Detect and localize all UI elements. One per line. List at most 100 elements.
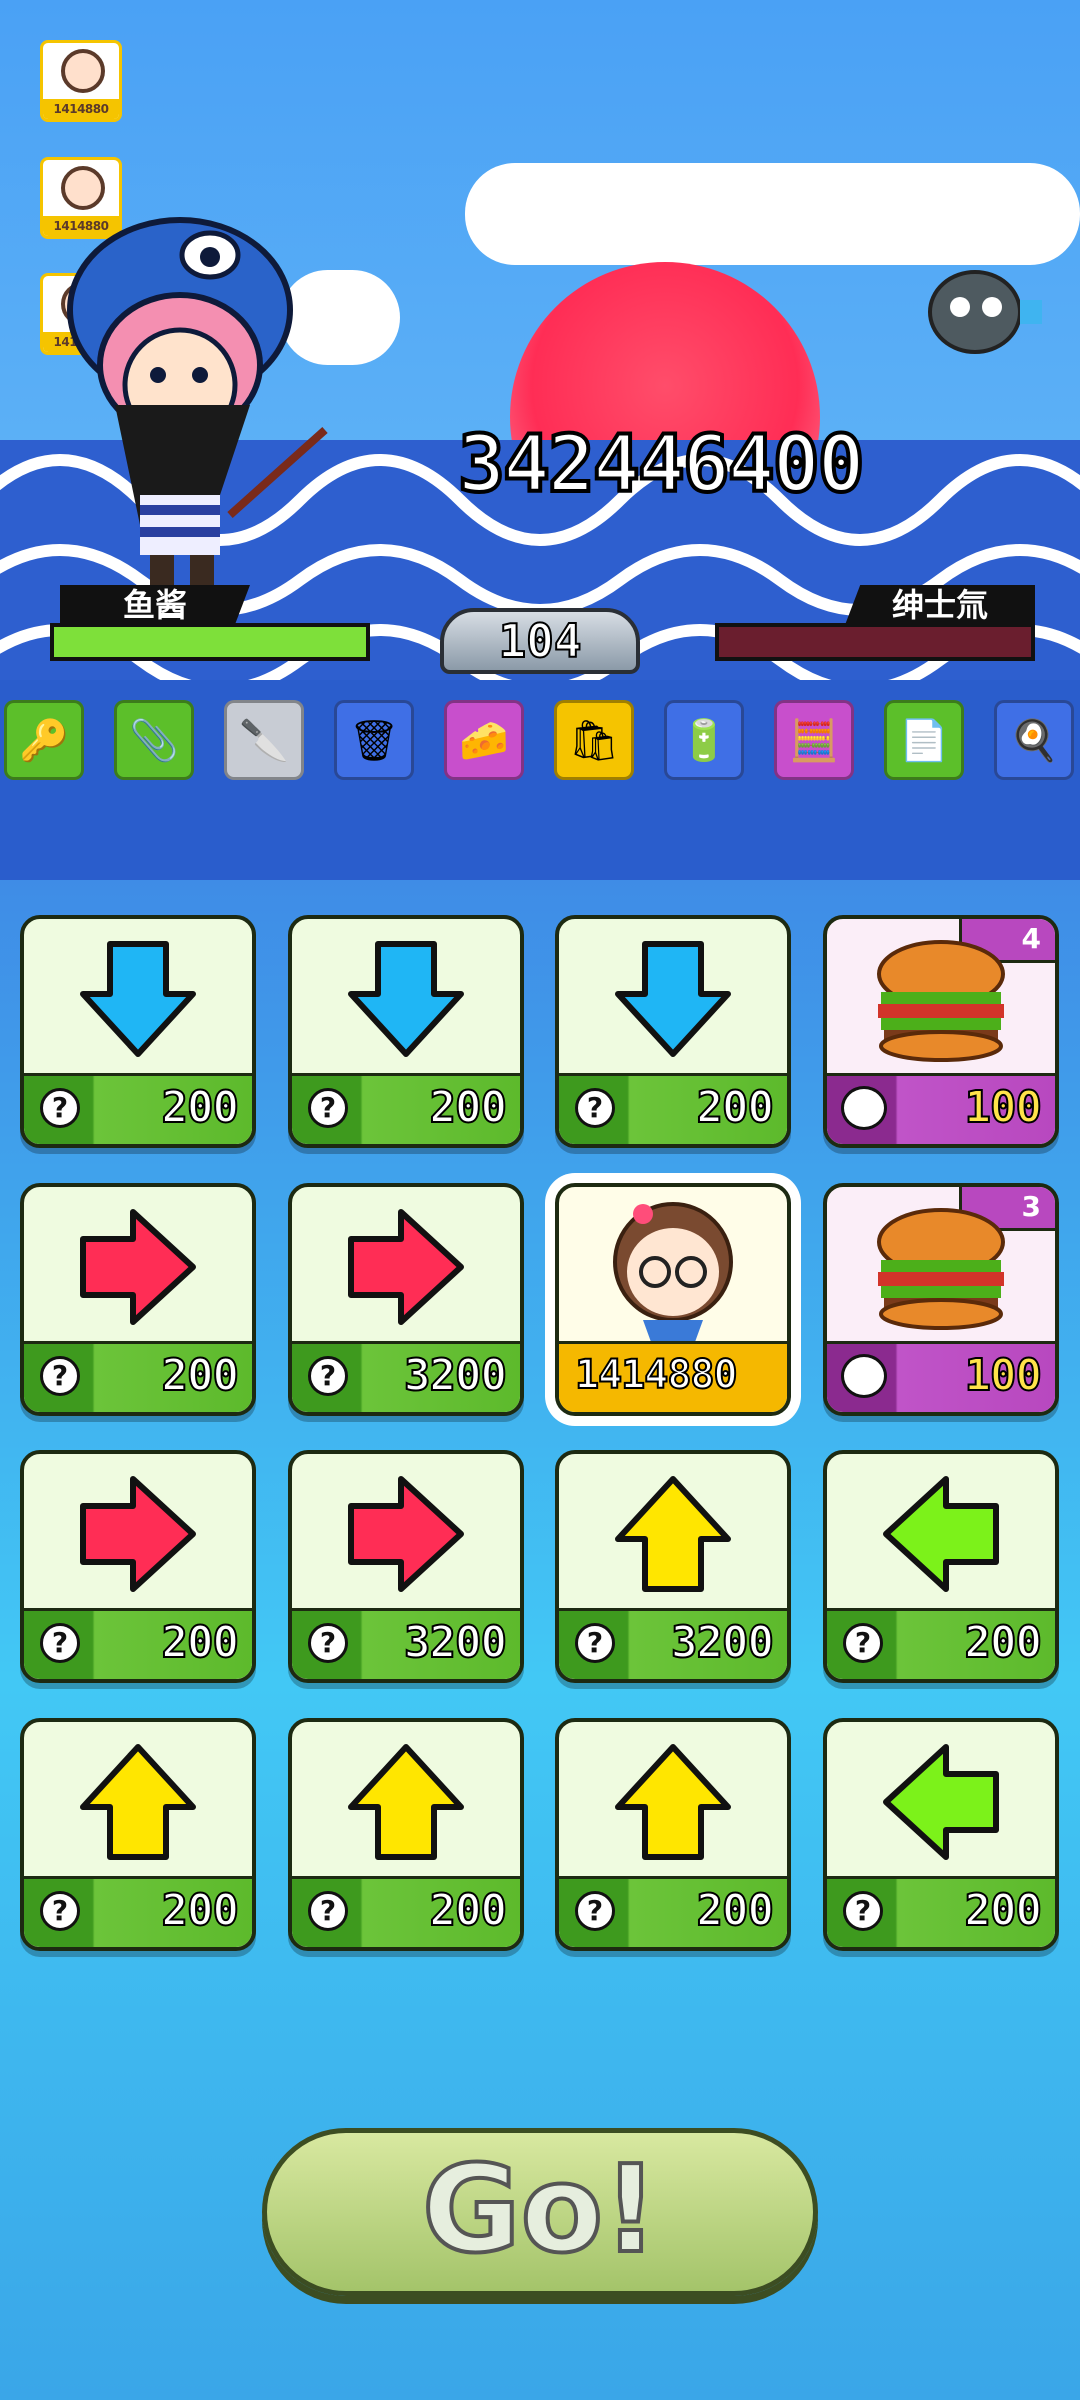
cloud (465, 163, 1080, 265)
question-icon: ? (40, 1356, 80, 1396)
arrow-card-right[interactable]: ? 200 (20, 1450, 256, 1683)
card-footer: ? 3200 (292, 1608, 520, 1679)
question-icon: ? (308, 1356, 348, 1396)
stapler-icon[interactable]: 📎 (114, 700, 194, 780)
arrow-right-icon (24, 1187, 252, 1347)
arrow-left-icon (827, 1722, 1055, 1882)
card-footer: 100 (827, 1341, 1055, 1412)
arrow-card-up[interactable]: ? 200 (288, 1718, 524, 1951)
arrow-card-down[interactable]: ? 200 (288, 915, 524, 1148)
question-icon: ? (308, 1088, 348, 1128)
card-price: 200 (696, 1884, 776, 1937)
arrow-up-icon (292, 1722, 520, 1882)
key-icon[interactable]: 🔑 (4, 700, 84, 780)
player-avatar-icon (559, 1187, 787, 1347)
opponent-name: 绅士氚 (845, 585, 1035, 625)
card-footer: ? 200 (292, 1876, 520, 1947)
opponent-name-bar: 绅士氚 (715, 585, 1045, 665)
burger-icon (827, 919, 1055, 1079)
item-row: 🔑 📎 🔪 🗑 🧀 🛍 🔋 🧮 📄 🍳 (0, 700, 1080, 780)
card-footer: ? 200 (24, 1073, 252, 1144)
card-price: 200 (161, 1616, 241, 1669)
opponent-icon (928, 270, 1042, 354)
question-icon: ? (575, 1891, 615, 1931)
question-icon: ? (308, 1891, 348, 1931)
question-icon: ? (40, 1623, 80, 1663)
card-footer: ? 200 (827, 1608, 1055, 1679)
arrow-up-icon (24, 1722, 252, 1882)
avatar-face (61, 166, 105, 210)
card-price: 3200 (403, 1349, 508, 1402)
question-icon: ? (843, 1623, 883, 1663)
question-icon: ? (843, 1891, 883, 1931)
opponent-hp-bar (715, 623, 1035, 661)
card-footer: ? 200 (292, 1073, 520, 1144)
card-footer: ? 200 (827, 1876, 1055, 1947)
card-footer: 100 (827, 1073, 1055, 1144)
question-icon: ? (575, 1088, 615, 1128)
arrow-up-icon (559, 1722, 787, 1882)
arrow-right-icon (292, 1187, 520, 1347)
card-price: 200 (964, 1616, 1044, 1669)
card-footer: ? 3200 (292, 1341, 520, 1412)
card-price: 200 (429, 1081, 509, 1134)
player-avatar-slot[interactable]: 1414880 (40, 40, 122, 122)
cleaver-icon[interactable]: 🔪 (224, 700, 304, 780)
level-badge: 104 (440, 608, 640, 674)
card-price: 200 (161, 1349, 241, 1402)
card-footer: ? 200 (24, 1341, 252, 1412)
arrow-up-icon (559, 1454, 787, 1614)
score-value: 342446400 (456, 418, 867, 512)
burger-card[interactable]: 4 100 (823, 915, 1059, 1148)
burger-icon (827, 1187, 1055, 1347)
calculator-icon[interactable]: 🧮 (774, 700, 854, 780)
arrow-down-icon (292, 919, 520, 1079)
bread-icon (841, 1354, 887, 1398)
player-card[interactable]: 1414880 (555, 1183, 791, 1416)
card-price: 3200 (670, 1616, 775, 1669)
avatar-face (61, 49, 105, 93)
avatar-score-label: 1414880 (43, 99, 119, 119)
arrow-down-icon (559, 919, 787, 1079)
paper-bag-icon[interactable]: 🛍 (554, 700, 634, 780)
card-price: 100 (964, 1349, 1044, 1402)
player-name-bar: 鱼酱 (40, 585, 370, 665)
card-footer: ? 200 (559, 1876, 787, 1947)
arrow-card-right[interactable]: ? 200 (20, 1183, 256, 1416)
arrow-card-down[interactable]: ? 200 (20, 915, 256, 1148)
burger-card[interactable]: 3 100 (823, 1183, 1059, 1416)
card-footer: ? 200 (24, 1876, 252, 1947)
arrow-card-right[interactable]: ? 3200 (288, 1450, 524, 1683)
question-icon: ? (308, 1623, 348, 1663)
document-icon[interactable]: 📄 (884, 700, 964, 780)
card-footer: ? 3200 (559, 1608, 787, 1679)
bread-icon (841, 1086, 887, 1130)
card-footer: 1414880 (559, 1341, 787, 1412)
arrow-down-icon (24, 919, 252, 1079)
go-button[interactable]: Go! (262, 2128, 818, 2296)
arrow-left-icon (827, 1454, 1055, 1614)
card-price: 3200 (403, 1616, 508, 1669)
card-price: 100 (964, 1081, 1044, 1134)
player-score-label: 1414880 (574, 1351, 739, 1399)
trash-can-icon[interactable]: 🗑 (334, 700, 414, 780)
player-name: 鱼酱 (60, 585, 250, 625)
card-footer: ? 200 (559, 1073, 787, 1144)
frying-pan-icon[interactable]: 🍳 (994, 700, 1074, 780)
arrow-card-up[interactable]: ? 3200 (555, 1450, 791, 1683)
card-price: 200 (161, 1081, 241, 1134)
arrow-right-icon (292, 1454, 520, 1614)
arrow-card-down[interactable]: ? 200 (555, 915, 791, 1148)
arrow-card-up[interactable]: ? 200 (555, 1718, 791, 1951)
card-price: 200 (161, 1884, 241, 1937)
arrow-card-left[interactable]: ? 200 (823, 1450, 1059, 1683)
player-hp-bar (50, 623, 370, 661)
arrow-card-right[interactable]: ? 3200 (288, 1183, 524, 1416)
card-price: 200 (696, 1081, 776, 1134)
shark-hood-character (67, 217, 328, 590)
arrow-card-up[interactable]: ? 200 (20, 1718, 256, 1951)
arrow-card-left[interactable]: ? 200 (823, 1718, 1059, 1951)
battery-icon[interactable]: 🔋 (664, 700, 744, 780)
card-footer: ? 200 (24, 1608, 252, 1679)
cheese-icon[interactable]: 🧀 (444, 700, 524, 780)
